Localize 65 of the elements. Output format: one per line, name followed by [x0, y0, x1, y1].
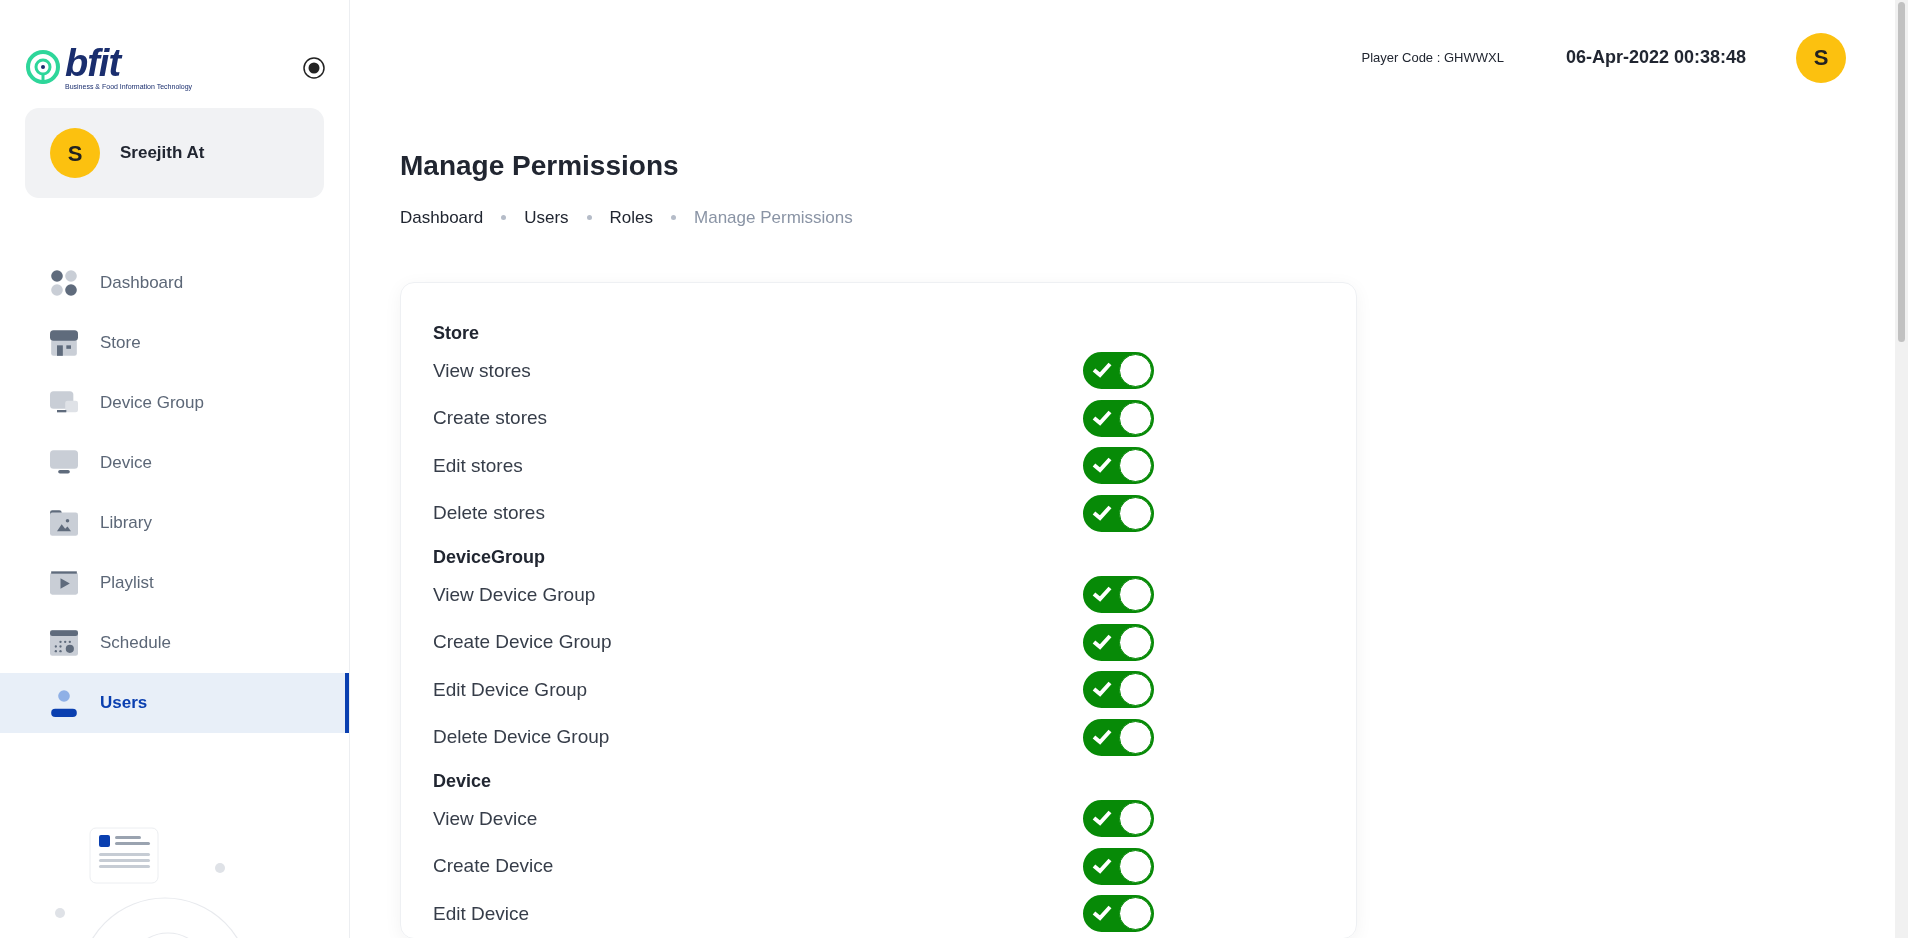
- permission-label: Edit Device Group: [433, 677, 589, 702]
- sidebar-item[interactable]: Users: [0, 673, 349, 733]
- sidebar-item[interactable]: Store: [0, 313, 349, 373]
- sidebar-item[interactable]: Device: [0, 433, 349, 493]
- permission-label: View Device: [433, 806, 539, 831]
- permission-label: View Device Group: [433, 582, 597, 607]
- permission-toggle[interactable]: [1083, 671, 1154, 709]
- check-icon: [1092, 361, 1112, 380]
- breadcrumb-link[interactable]: Users: [524, 204, 569, 231]
- permission-toggle[interactable]: [1083, 847, 1154, 885]
- breadcrumb-link[interactable]: Roles: [609, 204, 654, 231]
- check-icon: [1092, 632, 1112, 651]
- permission-toggle[interactable]: [1083, 494, 1154, 532]
- player-code: Player Code : GHWWXL: [1361, 48, 1504, 67]
- play-icon: [50, 569, 78, 597]
- calendar-icon: [50, 629, 78, 657]
- permission-label: Create Device Group: [433, 630, 613, 655]
- sidebar-item[interactable]: Playlist: [0, 553, 349, 613]
- permission-label: Edit stores: [433, 453, 524, 478]
- check-icon: [1092, 456, 1112, 475]
- permission-toggle[interactable]: [1083, 576, 1154, 614]
- permission-toggle[interactable]: [1083, 623, 1154, 661]
- check-icon: [1092, 856, 1112, 875]
- section-heading: Store: [433, 322, 480, 346]
- date-time: 06-Apr-2022 00:38:48: [1565, 46, 1746, 69]
- sidebar-item[interactable]: Dashboard: [0, 253, 349, 313]
- check-icon: [1092, 904, 1112, 923]
- permission-toggle[interactable]: [1083, 718, 1154, 756]
- permission-toggle[interactable]: [1083, 399, 1154, 437]
- sidebar-item[interactable]: Schedule: [0, 613, 349, 673]
- sidebar-item[interactable]: Device Group: [0, 373, 349, 433]
- section-heading: Device: [433, 770, 493, 794]
- permission-label: View stores: [433, 358, 532, 383]
- breadcrumb-current: Manage Permissions: [694, 206, 853, 229]
- theme-toggle-icon[interactable]: [303, 57, 325, 79]
- permission-label: Delete stores: [433, 501, 546, 526]
- image-folder-icon: [50, 509, 78, 537]
- dots-grid-icon: [50, 269, 78, 297]
- permission-label: Delete Device Group: [433, 725, 611, 750]
- check-icon: [1092, 408, 1112, 427]
- permission-toggle[interactable]: [1083, 895, 1154, 933]
- breadcrumb-link[interactable]: Dashboard: [400, 204, 484, 231]
- permission-label: Create Device: [433, 854, 555, 879]
- store-icon: [50, 329, 78, 357]
- logo-wordmark: bfit: [65, 43, 124, 82]
- permission-toggle[interactable]: [1083, 352, 1154, 390]
- check-icon: [1092, 585, 1112, 604]
- user-name: Sreejith At: [120, 142, 205, 165]
- check-icon: [1092, 727, 1112, 746]
- permission-label: Create stores: [433, 406, 549, 431]
- account-avatar[interactable]: S: [1796, 32, 1846, 83]
- permission-toggle[interactable]: [1083, 800, 1154, 838]
- scrollbar[interactable]: [1895, 0, 1908, 938]
- check-icon: [1092, 680, 1112, 699]
- user-avatar: S: [50, 128, 100, 178]
- sidebar-item[interactable]: Library: [0, 493, 349, 553]
- monitor-icon: [50, 449, 78, 477]
- user-icon: [50, 689, 78, 717]
- permission-toggle[interactable]: [1083, 447, 1154, 485]
- check-icon: [1092, 809, 1112, 828]
- page-title: Manage Permissions: [400, 149, 680, 183]
- check-icon: [1092, 503, 1112, 522]
- logo-mark-icon: [25, 50, 61, 86]
- section-heading: DeviceGroup: [433, 546, 547, 570]
- permission-label: Edit Device: [433, 901, 531, 926]
